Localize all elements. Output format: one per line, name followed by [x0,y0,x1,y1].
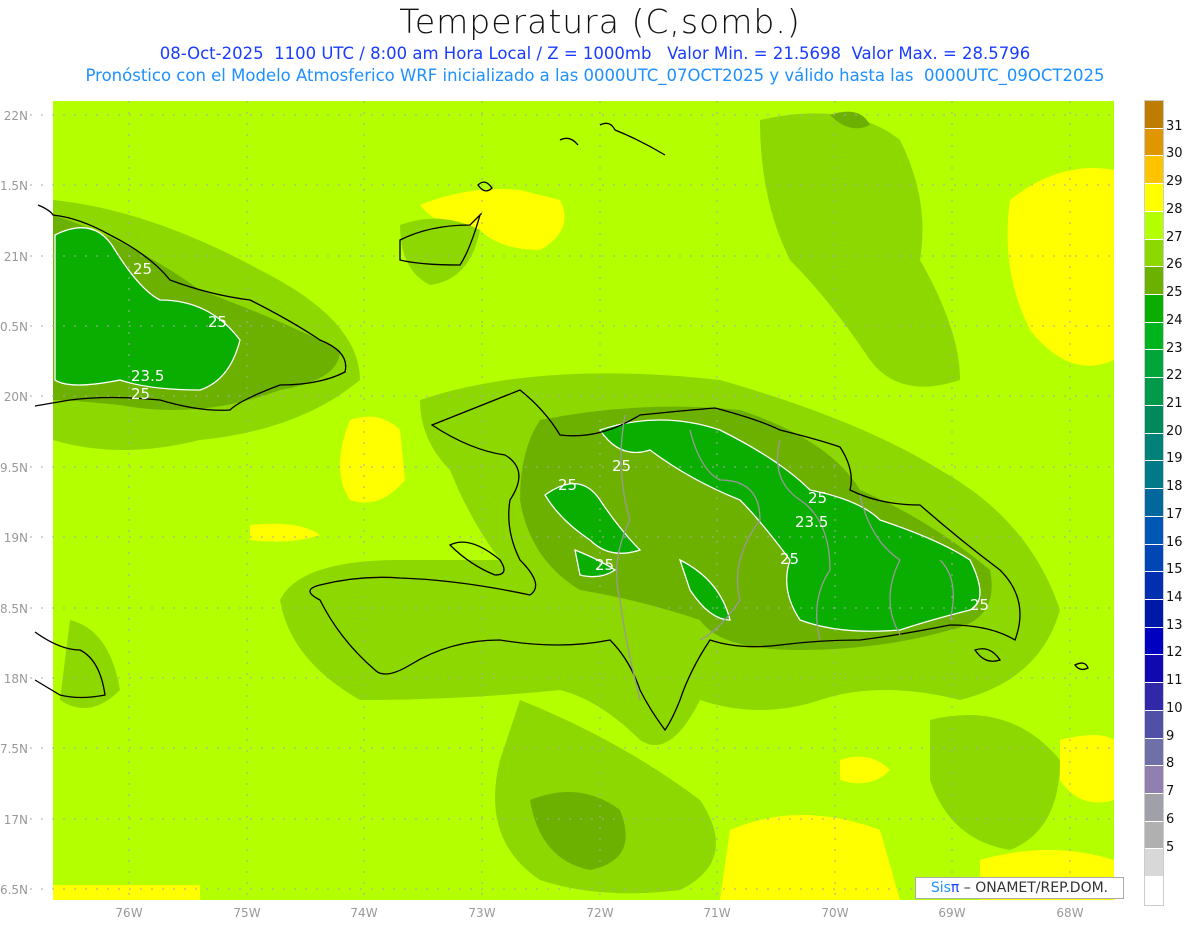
contour-label: 25 [558,476,577,494]
contour-label: 25 [612,457,631,475]
colorbar-swatch [1145,128,1163,157]
colorbar-label: 13 [1166,617,1183,633]
lat-label: 0.5N [0,320,28,334]
colorbar-label: 11 [1166,673,1183,689]
colorbar-swatch [1145,572,1163,600]
colorbar [1144,100,1164,906]
lon-label: 74W [350,906,377,920]
colorbar-swatch [1145,849,1163,878]
colorbar-label: 17 [1166,506,1183,522]
colorbar-swatch [1145,489,1163,517]
colorbar-swatch [1145,101,1163,129]
colorbar-swatch [1145,821,1163,850]
valid-time-subtitle: 08-Oct-2025 1100 UTC / 8:00 am Hora Loca… [159,44,1031,63]
colorbar-swatch [1145,239,1163,268]
colorbar-swatch [1145,322,1163,351]
colorbar-label: 7 [1166,784,1175,800]
colorbar-label: 28 [1166,201,1183,217]
colorbar-label: 25 [1166,285,1183,301]
contour-label: 25 [595,556,614,574]
footer-credit: Sisπ – ONAMET/REP.DOM. [915,877,1124,899]
lat-label: 17N [4,813,28,827]
colorbar-swatch [1145,655,1163,684]
colorbar-label: 6 [1166,811,1175,827]
colorbar-swatch [1145,184,1163,212]
colorbar-label: 19 [1166,451,1183,467]
colorbar-label: 14 [1166,590,1183,606]
contour-label: 25 [780,550,799,568]
lat-label: 21N [4,250,28,264]
colorbar-swatch [1145,156,1163,185]
colorbar-swatch [1145,766,1163,794]
contour-label: 25 [133,260,152,278]
colorbar-swatch [1145,683,1163,711]
lat-label: 8.5N [0,602,28,616]
latitude-labels: 22N 1.5N 21N 0.5N 20N 9.5N 19N 8.5N 18N … [0,109,28,897]
colorbar-label: 22 [1166,368,1183,384]
contour-label: 25 [208,313,227,331]
contour-label: 23.5 [795,513,828,531]
lon-label: 71W [703,906,730,920]
colorbar-swatch [1145,627,1163,656]
colorbar-swatch [1145,793,1163,822]
lon-label: 69W [938,906,965,920]
lon-label: 73W [468,906,495,920]
lat-label: 20N [4,390,28,404]
model-run-subtitle: Pronóstico con el Modelo Atmosferico WRF… [85,66,1105,85]
colorbar-swatch [1145,267,1163,296]
colorbar-swatch [1145,738,1163,767]
colorbar-label: 12 [1166,645,1183,661]
colorbar-label: 16 [1166,534,1183,550]
colorbar-swatch [1145,350,1163,379]
colorbar-label: 21 [1166,395,1183,411]
colorbar-swatch [1145,516,1163,545]
colorbar-swatch [1145,405,1163,434]
lat-label: 19N [4,531,28,545]
lat-label: 22N [4,109,28,123]
colorbar-label: 10 [1166,700,1183,716]
colorbar-swatch [1145,461,1163,490]
colorbar-label: 26 [1166,257,1183,273]
colorbar-label: 27 [1166,229,1183,245]
credit-text: – ONAMET/REP.DOM. [959,880,1109,896]
colorbar-swatch [1145,599,1163,628]
contour-label: 25 [131,385,150,403]
lat-label: 7.5N [0,742,28,756]
colorbar-swatch [1145,378,1163,406]
lat-label: 6.5N [0,883,28,897]
colorbar-label: 15 [1166,562,1183,578]
colorbar-swatch [1145,433,1163,462]
lat-label: 18N [4,672,28,686]
colorbar-label: 5 [1166,839,1175,855]
colorbar-swatch [1145,877,1163,905]
colorbar-label: 31 [1166,118,1183,134]
colorbar-label: 24 [1166,312,1183,328]
lon-label: 76W [115,906,142,920]
colorbar-label: 20 [1166,423,1183,439]
colorbar-swatch [1145,295,1163,323]
lon-label: 75W [233,906,260,920]
colorbar-label: 18 [1166,479,1183,495]
lon-label: 68W [1056,906,1083,920]
colorbar-label: 30 [1166,146,1183,162]
colorbar-label: 29 [1166,174,1183,190]
colorbar-label: 9 [1166,728,1175,744]
chart-title: Temperatura (C,somb.) [399,2,801,41]
lon-label: 70W [821,906,848,920]
colorbar-label: 23 [1166,340,1183,356]
contour-label: 25 [970,596,989,614]
brand-sis: Sis [930,880,951,896]
contour-label: 25 [808,489,827,507]
lat-label: 9.5N [0,461,28,475]
colorbar-label: 8 [1166,756,1175,772]
temperature-map: 22N 1.5N 21N 0.5N 20N 9.5N 19N 8.5N 18N … [0,101,1114,920]
colorbar-swatch [1145,544,1163,573]
contour-label: 23.5 [131,367,164,385]
lon-label: 72W [586,906,613,920]
colorbar-swatch [1145,710,1163,739]
lat-label: 1.5N [0,179,28,193]
colorbar-swatch [1145,211,1163,240]
longitude-labels: 76W 75W 74W 73W 72W 71W 70W 69W 68W [115,906,1083,920]
